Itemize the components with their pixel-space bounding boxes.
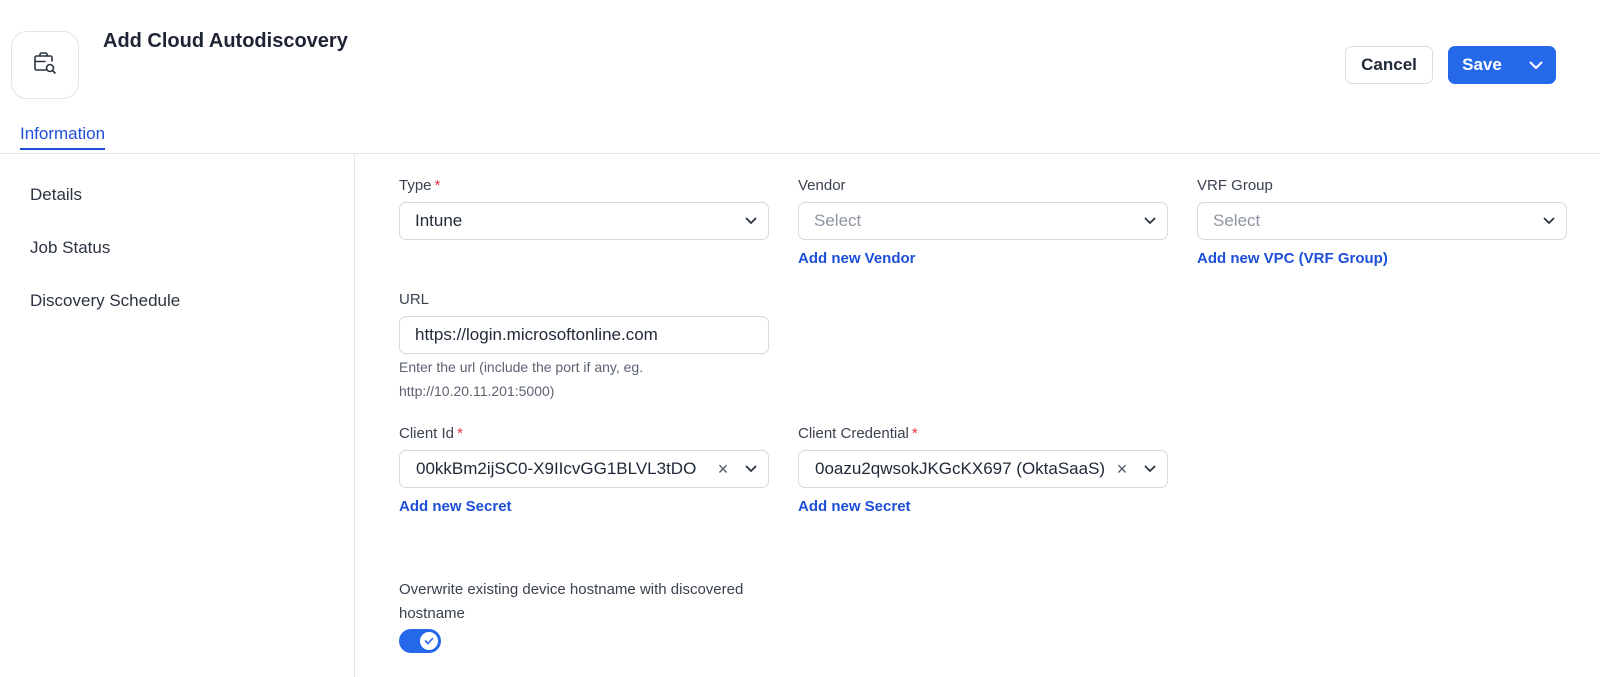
required-marker: * — [434, 177, 441, 194]
sidebar-item-details[interactable]: Details — [30, 185, 82, 205]
client-credential-label-text: Client Credential — [798, 425, 909, 442]
required-marker: * — [457, 425, 463, 442]
client-credential-select[interactable]: 0oazu2qwsokJKGcKX697 (OktaSaaS) × — [798, 450, 1168, 488]
page-title: Add Cloud Autodiscovery — [103, 30, 348, 52]
page-header: Add Cloud Autodiscovery Cancel Save — [0, 0, 1600, 110]
save-button-group: Save — [1448, 46, 1556, 84]
chevron-down-icon — [734, 217, 768, 225]
clear-icon[interactable]: × — [1111, 459, 1133, 480]
overwrite-hostname-label-line: hostname — [399, 605, 465, 622]
client-id-label: Client Id * — [399, 425, 463, 442]
vendor-label: Vendor — [798, 177, 846, 194]
sidebar-item-job-status[interactable]: Job Status — [30, 238, 110, 258]
overwrite-hostname-toggle[interactable] — [399, 629, 441, 653]
chevron-down-icon — [1532, 217, 1566, 225]
type-label-text: Type — [399, 177, 432, 194]
overwrite-hostname-label: Overwrite existing device hostname with … — [399, 578, 779, 626]
clear-icon[interactable]: × — [712, 459, 734, 480]
client-id-label-text: Client Id — [399, 425, 455, 442]
url-hint-line: Enter the url (include the port if any, … — [399, 359, 644, 375]
app-icon-container — [11, 31, 79, 99]
url-label: URL — [399, 291, 430, 308]
save-button[interactable]: Save — [1448, 46, 1516, 84]
client-credential-label: Client Credential * — [798, 425, 918, 442]
vrf-group-select[interactable]: Select — [1197, 202, 1567, 240]
add-new-secret-link[interactable]: Add new Secret — [798, 498, 911, 515]
chevron-down-icon — [1529, 58, 1543, 73]
url-input-value: https://login.microsoftonline.com — [415, 325, 658, 344]
type-select-value: Intune — [415, 211, 463, 230]
vendor-select[interactable]: Select — [798, 202, 1168, 240]
form-area: Type * Intune Vendor Select Add new Vendo… — [356, 154, 1600, 677]
overwrite-hostname-label-line: Overwrite existing device hostname with … — [399, 581, 744, 598]
client-id-select-value: 00kkBm2ijSC0-X9IIcvGG1BLVL3tDO — [416, 459, 697, 478]
client-credential-select-value: 0oazu2qwsokJKGcKX697 (OktaSaaS) — [815, 459, 1106, 478]
vendor-select-placeholder: Select — [814, 211, 862, 230]
url-hint: Enter the url (include the port if any, … — [399, 355, 779, 403]
type-select[interactable]: Intune — [399, 202, 769, 240]
briefcase-search-icon — [31, 49, 59, 82]
url-hint-line: http://10.20.11.201:5000) — [399, 383, 555, 399]
vrf-group-select-placeholder: Select — [1213, 211, 1261, 230]
check-icon — [424, 632, 434, 650]
tab-information[interactable]: Information — [20, 124, 106, 150]
save-options-button[interactable] — [1516, 46, 1556, 84]
sidebar: Details Job Status Discovery Schedule — [0, 154, 355, 677]
add-new-vendor-link[interactable]: Add new Vendor — [798, 250, 916, 267]
chevron-down-icon — [1133, 465, 1167, 473]
sidebar-item-discovery-schedule[interactable]: Discovery Schedule — [30, 291, 180, 311]
required-marker: * — [911, 425, 918, 442]
vrf-group-label: VRF Group — [1197, 177, 1273, 194]
client-id-select[interactable]: 00kkBm2ijSC0-X9IIcvGG1BLVL3tDO × — [399, 450, 769, 488]
chevron-down-icon — [1133, 217, 1167, 225]
type-label: Type * — [399, 177, 440, 194]
url-input[interactable]: https://login.microsoftonline.com — [399, 316, 769, 354]
add-new-secret-link[interactable]: Add new Secret — [399, 498, 512, 515]
cancel-button[interactable]: Cancel — [1345, 46, 1433, 84]
toggle-knob — [420, 632, 438, 650]
chevron-down-icon — [734, 465, 768, 473]
add-new-vrf-group-link[interactable]: Add new VPC (VRF Group) — [1197, 250, 1388, 267]
tab-bar: Information — [0, 118, 1600, 154]
